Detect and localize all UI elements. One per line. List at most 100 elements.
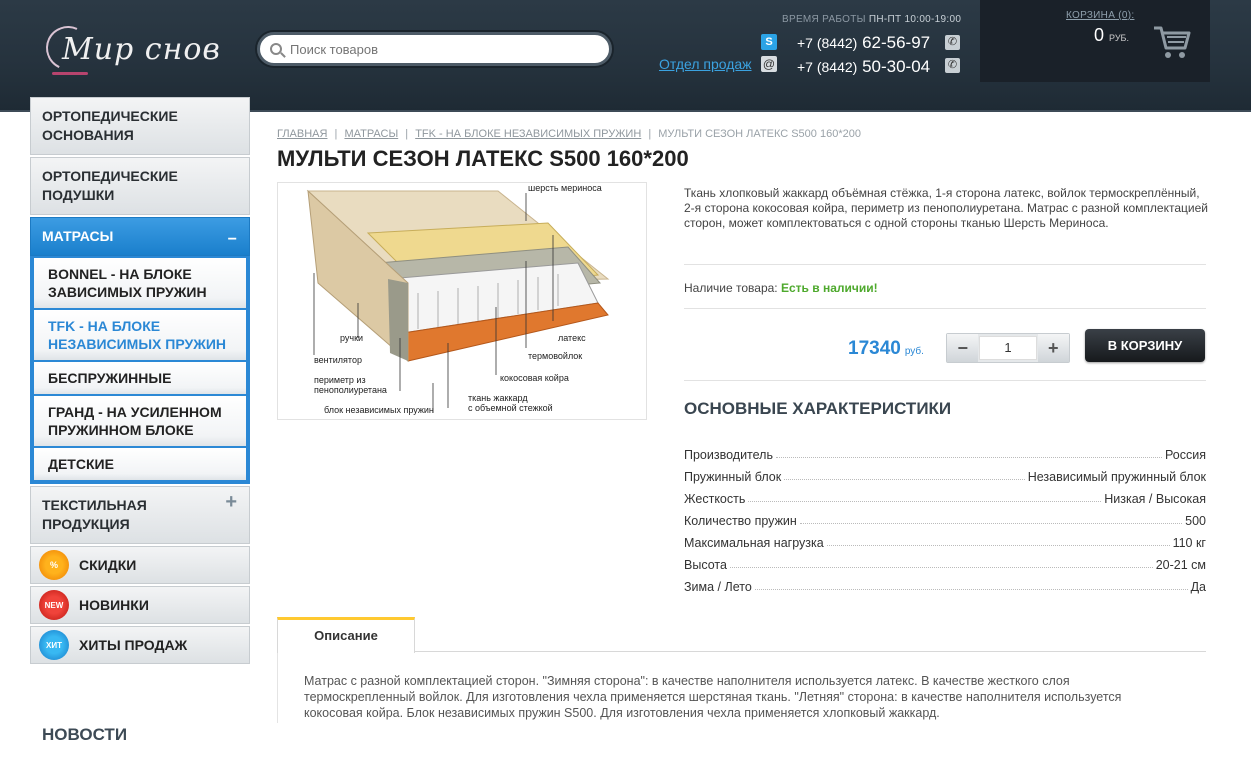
phone-2-code: +7 (8442) [797, 59, 858, 75]
spec-value: 20-21 см [1155, 558, 1206, 572]
spec-name: Высота [684, 558, 727, 572]
spec-dots [784, 479, 1025, 480]
label-perimeter-1: периметр из [314, 375, 366, 385]
spec-name: Зима / Лето [684, 580, 752, 594]
phone-1-code: +7 (8442) [797, 35, 858, 51]
spec-row: Зима / Лето Да [684, 572, 1206, 594]
spec-dots [748, 501, 1102, 502]
promo-label: СКИДКИ [79, 557, 137, 573]
phone-number-2: +7 (8442) 50-30-04 [797, 57, 930, 77]
category-mattresses[interactable]: МАТРАСЫ − [30, 217, 250, 256]
spec-name: Максимальная нагрузка [684, 536, 824, 550]
breadcrumb-separator: | [648, 128, 652, 140]
product-tabs: Описание Матрас с разной комплектацией с… [277, 617, 1206, 723]
mini-cart[interactable]: КОРЗИНА (0): 0 РУБ. [980, 0, 1210, 82]
cart-total-value: 0 [1094, 25, 1105, 45]
specs-table: Производитель Россия Пружинный блок Незави… [684, 440, 1206, 594]
skype-icon[interactable]: S [761, 34, 777, 50]
subcategory-kids[interactable]: ДЕТСКИЕ [34, 448, 246, 480]
logo-swirl-icon [39, 19, 97, 77]
phone-number-1: +7 (8442) 62-56-97 [797, 33, 930, 53]
price-currency: руб. [904, 346, 924, 357]
spec-dots [754, 589, 1188, 590]
quantity-increase-button[interactable]: + [1037, 334, 1069, 362]
expand-icon[interactable]: + [225, 492, 237, 512]
logo-ornament-icon [52, 72, 88, 75]
spec-name: Жесткость [684, 492, 746, 506]
breadcrumb-separator: | [405, 128, 409, 140]
spec-dots [729, 567, 1153, 568]
breadcrumb-separator: | [334, 128, 338, 140]
subcategory-springless[interactable]: БЕСПРУЖИННЫЕ [34, 362, 246, 396]
product-price: 17340 руб. [848, 338, 924, 360]
promo-label: ХИТЫ ПРОДАЖ [79, 637, 188, 653]
cart-link[interactable]: КОРЗИНА (0): [1066, 10, 1134, 21]
mattress-cross-section-illustration: шерсть мериноса ручки вентилятор латекс … [306, 183, 610, 415]
spec-value: Россия [1165, 448, 1206, 462]
work-hours: ВРЕМЯ РАБОТЫ ПН-ПТ 10:00-19:00 [782, 14, 961, 25]
spec-row: Жесткость Низкая / Высокая [684, 484, 1206, 506]
label-coir: кокосовая койра [500, 373, 569, 383]
label-handles: ручки [340, 333, 363, 343]
spec-value: 500 [1185, 514, 1206, 528]
collapse-icon[interactable]: − [228, 230, 237, 249]
subcategory-tfk[interactable]: TFK - НА БЛОКЕ НЕЗАВИСИМЫХ ПРУЖИН [34, 310, 246, 362]
discount-badge-icon: % [39, 550, 69, 580]
breadcrumb-mattresses[interactable]: МАТРАСЫ [344, 128, 398, 140]
spec-row: Пружинный блок Независимый пружинный блок [684, 462, 1206, 484]
quantity-decrease-button[interactable]: − [947, 334, 979, 362]
subcategory-grand[interactable]: ГРАНД - НА УСИЛЕННОМ ПРУЖИННОМ БЛОКЕ [34, 396, 246, 448]
phone-icon[interactable]: ✆ [945, 35, 960, 50]
category-label: ОРТОПЕДИЧЕСКИЕ ОСНОВАНИЯ [42, 108, 178, 143]
label-wool: шерсть мериноса [528, 183, 602, 193]
label-fabric-2: с объемной стежкой [468, 403, 553, 413]
spec-value: Независимый пружинный блок [1027, 470, 1206, 484]
spec-dots [799, 523, 1183, 524]
promo-bestsellers[interactable]: ХИТ ХИТЫ ПРОДАЖ [30, 626, 250, 664]
promo-label: НОВИНКИ [79, 597, 149, 613]
spec-name: Производитель [684, 448, 773, 462]
spec-row: Высота 20-21 см [684, 550, 1206, 572]
breadcrumb-home[interactable]: ГЛАВНАЯ [277, 128, 327, 140]
quantity-stepper: − 1 + [946, 333, 1070, 363]
work-hours-label: ВРЕМЯ РАБОТЫ [782, 14, 866, 25]
product-short-description: Ткань хлопковый жаккард объёмная стёжка,… [684, 186, 1208, 230]
promo-new[interactable]: NEW НОВИНКИ [30, 586, 250, 624]
category-label: МАТРАСЫ [42, 228, 114, 244]
promo-discounts[interactable]: % СКИДКИ [30, 546, 250, 584]
tab-bar [277, 617, 1206, 652]
category-textile[interactable]: ТЕКСТИЛЬНАЯ ПРОДУКЦИЯ + [30, 486, 250, 544]
category-orthopedic-bases[interactable]: ОРТОПЕДИЧЕСКИЕ ОСНОВАНИЯ [30, 97, 250, 155]
work-hours-value: ПН-ПТ 10:00-19:00 [868, 14, 962, 25]
label-perimeter-2: пенополиуретана [314, 385, 387, 395]
spec-name: Пружинный блок [684, 470, 782, 484]
sales-department-link[interactable]: Отдел продаж [659, 56, 752, 72]
label-vent: вентилятор [314, 355, 362, 365]
spec-dots [775, 457, 1162, 458]
site-header: Мир снов ВРЕМЯ РАБОТЫ ПН-ПТ 10:00-19:00 … [0, 0, 1251, 112]
breadcrumb-tfk[interactable]: TFK - НА БЛОКЕ НЕЗАВИСИМЫХ ПРУЖИН [415, 128, 641, 140]
site-logo[interactable]: Мир снов [39, 19, 221, 77]
category-label: ТЕКСТИЛЬНАЯ ПРОДУКЦИЯ [42, 497, 147, 532]
search-box[interactable] [257, 32, 612, 66]
shopping-cart-icon[interactable] [1152, 22, 1192, 62]
quantity-input[interactable]: 1 [979, 336, 1037, 360]
phone-icon[interactable]: ✆ [945, 58, 960, 73]
spec-value: Да [1190, 580, 1206, 594]
spec-value: 110 кг [1172, 536, 1206, 550]
email-icon[interactable]: @ [761, 56, 777, 72]
mattresses-submenu: BONNEL - НА БЛОКЕ ЗАВИСИМЫХ ПРУЖИН TFK -… [30, 256, 250, 484]
category-orthopedic-pillows[interactable]: ОРТОПЕДИЧЕСКИЕ ПОДУШКИ [30, 157, 250, 215]
phone-1-number: 62-56-97 [862, 33, 931, 52]
breadcrumb-current: МУЛЬТИ СЕЗОН ЛАТЕКС S500 160*200 [658, 128, 861, 140]
add-to-cart-button[interactable]: В КОРЗИНУ [1085, 329, 1205, 362]
search-icon [270, 43, 282, 55]
label-latex: латекс [558, 333, 586, 343]
product-image[interactable]: шерсть мериноса ручки вентилятор латекс … [277, 182, 647, 420]
tab-description[interactable]: Описание [277, 617, 415, 653]
category-sidebar: ОРТОПЕДИЧЕСКИЕ ОСНОВАНИЯ ОРТОПЕДИЧЕСКИЕ … [30, 97, 250, 666]
label-fabric-1: ткань жаккард [468, 393, 528, 403]
search-input[interactable] [290, 41, 580, 57]
availability: Наличие товара: Есть в наличии! [684, 281, 878, 295]
subcategory-bonnel[interactable]: BONNEL - НА БЛОКЕ ЗАВИСИМЫХ ПРУЖИН [34, 258, 246, 310]
